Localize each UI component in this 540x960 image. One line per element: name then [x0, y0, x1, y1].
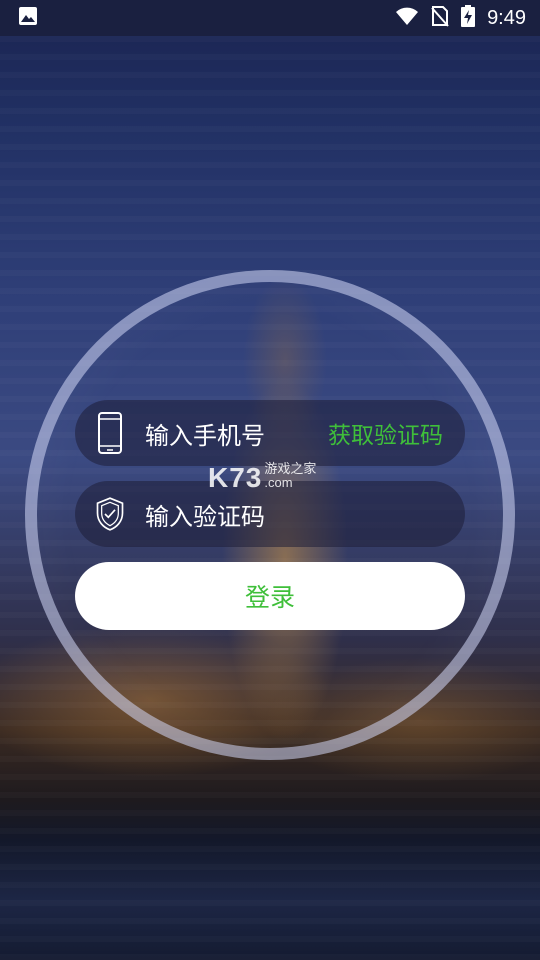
phone-field[interactable]: 输入手机号 获取验证码	[75, 400, 465, 466]
status-bar: 9:49	[0, 0, 540, 36]
status-time: 9:49	[487, 6, 526, 29]
shield-check-icon	[95, 494, 125, 534]
watermark-tagline: 游戏之家	[264, 461, 317, 476]
code-input[interactable]: 输入验证码	[145, 497, 265, 532]
k73-watermark: K73 游戏之家 .com	[208, 462, 316, 494]
phone-icon	[95, 412, 125, 454]
get-code-button[interactable]: 获取验证码	[328, 416, 443, 450]
watermark-logo: K73	[208, 462, 263, 493]
login-button[interactable]: 登录	[75, 562, 465, 630]
phone-input[interactable]: 输入手机号	[145, 416, 265, 451]
watermark-domain: .com	[264, 475, 293, 490]
wifi-icon	[395, 6, 419, 30]
no-sim-icon	[431, 5, 449, 31]
battery-charging-icon	[461, 5, 476, 31]
image-icon	[18, 6, 38, 30]
